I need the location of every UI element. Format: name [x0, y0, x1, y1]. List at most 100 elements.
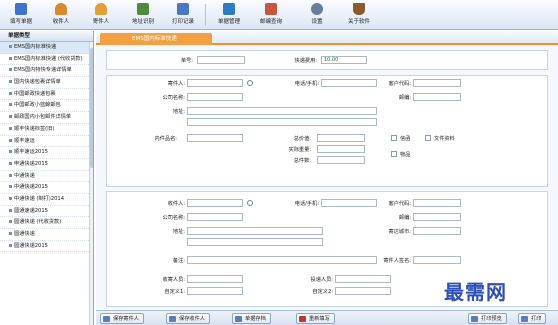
toolbar-separator — [205, 4, 206, 26]
bullet-icon — [9, 80, 12, 84]
sidebar-item[interactable]: EMS国内特快专递详情单 — [0, 65, 93, 78]
sender-company-input[interactable] — [187, 93, 243, 101]
postcode-search-button[interactable]: 邮编查询 — [252, 2, 290, 29]
sidebar-item[interactable]: 圆通快递2015 — [0, 241, 93, 253]
print-preview-button[interactable]: 打印预览 — [468, 313, 507, 324]
sidebar-item-label: 国内快递包裹详情单 — [14, 79, 61, 86]
sender-address-input-1[interactable] — [187, 107, 377, 115]
sender-phone-label: 电话/手机: — [294, 81, 319, 87]
receiver-customer-code-input[interactable] — [413, 199, 461, 207]
dest-city-label: 寄达城市: — [388, 229, 412, 235]
sender-address-label: 地址: — [172, 109, 185, 115]
tab-bar: EMS国内标准快递 — [96, 31, 558, 45]
goods-checkbox[interactable] — [391, 151, 397, 157]
print-record-icon — [177, 3, 189, 15]
sidebar-item[interactable]: EMS国内标准快递 — [0, 42, 93, 54]
custom1-label: 自定义1: — [164, 289, 185, 295]
bullet-icon — [9, 115, 12, 119]
bullet-icon — [9, 208, 12, 212]
remark-input[interactable] — [187, 256, 377, 264]
address-recognize-button[interactable]: 地址识别 — [124, 2, 162, 29]
total-value-label: 总价值: — [293, 136, 311, 142]
sidebar-item[interactable]: 圆通快递 (代收货款) — [0, 217, 93, 229]
dest-city-input[interactable] — [413, 227, 461, 235]
sender-postcode-label: 邮编: — [398, 95, 411, 101]
settings-button[interactable]: 设置 — [298, 2, 336, 29]
bullet-icon — [9, 150, 12, 154]
print-record-button[interactable]: 打印记录 — [164, 2, 202, 29]
sender-button[interactable]: 寄件人 — [82, 2, 120, 29]
document-label: 文件资料 — [434, 136, 455, 142]
sidebar-scrollbar[interactable] — [89, 42, 93, 325]
collector-input[interactable] — [187, 275, 243, 283]
tab-ems-standard[interactable]: EMS国内标准快递 — [100, 33, 212, 45]
person-icon — [95, 3, 107, 15]
person-icon — [55, 3, 67, 15]
letter-checkbox[interactable] — [391, 135, 397, 141]
print-button[interactable]: 打印 — [518, 313, 547, 324]
sidebar-item-label: 顺丰速运 — [14, 137, 35, 144]
sender-phone-input[interactable] — [321, 79, 377, 87]
sidebar-item[interactable]: 顺丰快递标签(旧) — [0, 124, 93, 136]
sender-postcode-input[interactable] — [413, 93, 461, 101]
receiver-phone-input[interactable] — [321, 199, 377, 207]
total-value-input[interactable] — [317, 134, 365, 142]
sender-address-input-2[interactable] — [187, 118, 377, 126]
sidebar-item[interactable]: 中通快递2015 — [0, 182, 93, 194]
sidebar-item[interactable]: 圆通速递2015 — [0, 206, 93, 218]
sender-signature-input[interactable] — [413, 256, 461, 264]
bullet-icon — [9, 185, 12, 189]
settings-label: 设置 — [311, 19, 323, 25]
custom1-input[interactable] — [187, 287, 243, 295]
save-sender-label: 保存寄件人 — [113, 316, 139, 322]
item-name-input[interactable] — [187, 134, 243, 142]
sidebar-item[interactable]: EMS国内标准快递 (代收货款) — [0, 54, 93, 66]
custom2-input[interactable] — [335, 287, 391, 295]
reset-icon — [299, 316, 306, 322]
fill-form-button[interactable]: 填写单据 — [2, 2, 40, 29]
search-icon[interactable] — [247, 200, 253, 206]
sender-company-label: 公司名称: — [162, 95, 186, 101]
sidebar-item[interactable]: 中通快递 (制打)2014 — [0, 194, 93, 206]
sidebar-item[interactable]: 国内快递包裹详情单 — [0, 77, 93, 89]
receiver-company-input[interactable] — [187, 213, 243, 221]
sender-name-input[interactable] — [187, 79, 243, 87]
sidebar-item-label: 中通快递 (制打)2014 — [14, 195, 65, 202]
sender-customer-code-input[interactable] — [413, 79, 461, 87]
sidebar-item[interactable]: 中通快递 — [0, 171, 93, 183]
sidebar-header: 单据类型 — [0, 31, 93, 42]
delivery-staff-input[interactable] — [335, 275, 391, 283]
document-checkbox[interactable] — [425, 135, 431, 141]
search-icon[interactable] — [247, 80, 253, 86]
sidebar-item[interactable]: 邮政国内小包邮件详情单 — [0, 112, 93, 124]
sidebar-item[interactable]: 中国邮政快递包裹 — [0, 89, 93, 101]
scrollbar-thumb[interactable] — [90, 48, 93, 168]
archive-order-button[interactable]: 单据存档 — [232, 313, 271, 324]
sidebar-item[interactable]: 中国邮政小蓝鲸邮包 — [0, 100, 93, 113]
reset-button[interactable]: 重新填写 — [296, 313, 335, 324]
save-sender-button[interactable]: 保存寄件人 — [100, 313, 144, 324]
total-pieces-input[interactable] — [317, 156, 365, 164]
sidebar-item[interactable]: 顺丰速运2015 — [0, 147, 93, 159]
receiver-address-input-2[interactable] — [187, 238, 323, 246]
print-label: 打印 — [531, 316, 542, 322]
sidebar-item[interactable]: 顺丰速运 — [0, 136, 93, 148]
receiver-postcode-input[interactable] — [413, 213, 461, 221]
receiver-button[interactable]: 收件人 — [42, 2, 80, 29]
print-preview-label: 打印预览 — [481, 316, 502, 322]
postcode-search-label: 邮编查询 — [259, 19, 282, 25]
sidebar-item[interactable]: 圆通快递 — [0, 229, 93, 241]
order-number-input[interactable] — [197, 56, 245, 64]
actual-weight-input[interactable] — [317, 145, 365, 153]
sidebar-item[interactable]: 申通快递2015 — [0, 159, 93, 171]
about-button[interactable]: 关于软件 — [340, 2, 378, 29]
fee-input[interactable]: 10.00 — [321, 56, 367, 64]
document-manage-label: 单据管理 — [217, 19, 240, 25]
document-manage-button[interactable]: 单据管理 — [210, 2, 248, 29]
order-section: 单号: 快递费用: 10.00 — [106, 50, 548, 70]
receiver-company-label: 公司名称: — [162, 215, 186, 221]
receiver-address-input-1[interactable] — [187, 227, 323, 235]
receiver-name-input[interactable] — [187, 199, 243, 207]
save-receiver-button[interactable]: 保存收件人 — [166, 313, 210, 324]
archive-order-label: 单据存档 — [245, 316, 266, 322]
